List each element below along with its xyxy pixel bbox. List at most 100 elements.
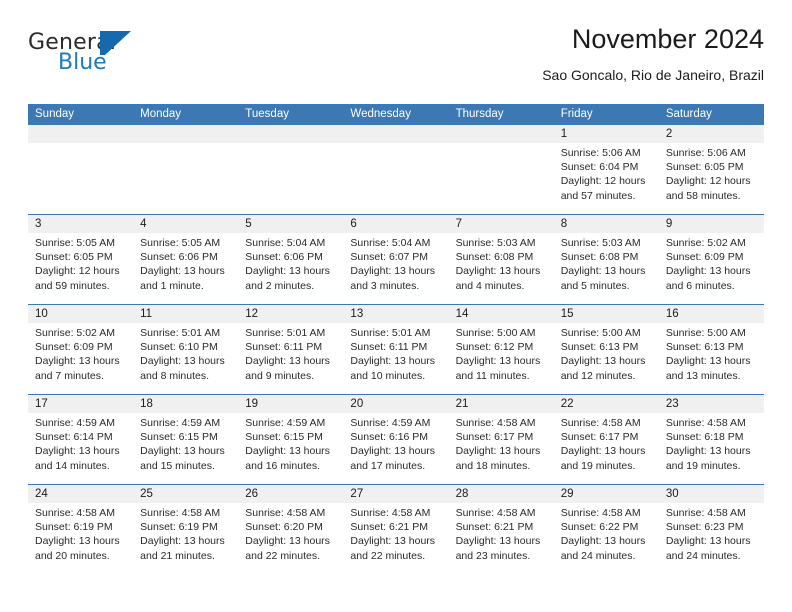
daylight-text: Daylight: 13 hours [665, 445, 751, 458]
day-cell[interactable]: 29 Sunrise: 4:58 AM Sunset: 6:22 PM Dayligh… [553, 485, 659, 574]
weekday-header-saturday: Saturday [665, 108, 712, 120]
day-number: 11 [133, 305, 239, 323]
sunrise-text: Sunrise: 5:06 AM [560, 147, 641, 159]
weekday-header-tuesday: Tuesday [245, 108, 289, 120]
weekday-header-monday: Monday [140, 108, 182, 120]
day-cell[interactable]: 1 Sunrise: 5:06 AM Sunset: 6:04 PM Daylight… [553, 125, 659, 214]
sunrise-text: Sunrise: 5:00 AM [455, 327, 536, 339]
calendar-grid: Sunday Monday Tuesday Wednesday Thursday Frid… [28, 104, 764, 574]
day-number: 12 [238, 305, 344, 323]
day-cell[interactable]: 23 Sunrise: 4:58 AM Sunset: 6:18 PM Dayligh… [658, 395, 764, 484]
sunset-text: Sunset: 6:05 PM [665, 161, 744, 174]
weekday-header-thursday: Thursday [455, 108, 504, 120]
day-number: 16 [658, 305, 764, 323]
sunset-text: Sunset: 6:08 PM [560, 251, 639, 264]
day-cell-empty [28, 125, 134, 214]
day-cell[interactable]: 25 Sunrise: 4:58 AM Sunset: 6:19 PM Dayligh… [133, 485, 239, 574]
day-details: Sunrise: 4:58 AM Sunset: 6:21 PM Daylight:… [449, 503, 554, 563]
day-cell[interactable]: 26 Sunrise: 4:58 AM Sunset: 6:20 PM Dayligh… [238, 485, 344, 574]
daylight-text-cont: and 17 minutes. [350, 459, 426, 472]
daylight-text-cont: and 13 minutes. [665, 369, 741, 382]
day-cell[interactable]: 17 Sunrise: 4:59 AM Sunset: 6:14 PM Dayligh… [28, 395, 134, 484]
day-cell[interactable]: 9 Sunrise: 5:02 AM Sunset: 6:09 PM Daylight… [658, 215, 764, 304]
daylight-text-cont: and 10 minutes. [350, 369, 426, 382]
sunrise-text: Sunrise: 5:00 AM [665, 327, 746, 339]
day-cell[interactable]: 15 Sunrise: 5:00 AM Sunset: 6:13 PM Dayligh… [553, 305, 659, 394]
sunset-text: Sunset: 6:21 PM [350, 521, 429, 534]
sunrise-text: Sunrise: 5:02 AM [665, 237, 746, 249]
day-cell[interactable]: 14 Sunrise: 5:00 AM Sunset: 6:12 PM Dayligh… [448, 305, 554, 394]
sunset-text: Sunset: 6:16 PM [350, 431, 429, 444]
daylight-text: Daylight: 13 hours [35, 445, 120, 458]
day-cell[interactable]: 2 Sunrise: 5:06 AM Sunset: 6:05 PM Daylight… [658, 125, 764, 214]
daylight-text-cont: and 19 minutes. [560, 459, 636, 472]
day-details: Sunrise: 5:00 AM Sunset: 6:13 PM Daylight:… [659, 323, 764, 383]
day-cell[interactable]: 21 Sunrise: 4:58 AM Sunset: 6:17 PM Dayligh… [448, 395, 554, 484]
daylight-text-cont: and 22 minutes. [245, 549, 320, 562]
day-cell[interactable]: 4 Sunrise: 5:05 AM Sunset: 6:06 PM Daylight… [133, 215, 239, 304]
day-cell[interactable]: 19 Sunrise: 4:59 AM Sunset: 6:15 PM Dayligh… [238, 395, 344, 484]
day-cell[interactable]: 30 Sunrise: 4:58 AM Sunset: 6:23 PM Dayligh… [658, 485, 764, 574]
sunset-text: Sunset: 6:23 PM [665, 521, 744, 534]
day-cell[interactable]: 6 Sunrise: 5:04 AM Sunset: 6:07 PM Daylight… [343, 215, 449, 304]
sunset-text: Sunset: 6:10 PM [140, 341, 218, 354]
brand-logo[interactable]: General Blue [28, 30, 208, 86]
day-number: 4 [133, 215, 239, 233]
sunrise-text: Sunrise: 4:59 AM [350, 417, 431, 429]
day-cell[interactable]: 27 Sunrise: 4:58 AM Sunset: 6:21 PM Dayligh… [343, 485, 449, 574]
day-details: Sunrise: 5:05 AM Sunset: 6:06 PM Daylight:… [133, 233, 238, 293]
day-number: 21 [448, 395, 554, 413]
weekday-header-friday: Friday [560, 108, 593, 120]
daylight-text: Daylight: 13 hours [665, 355, 751, 368]
day-details: Sunrise: 4:58 AM Sunset: 6:22 PM Daylight:… [554, 503, 659, 563]
daylight-text: Daylight: 13 hours [350, 535, 436, 548]
daylight-text: Daylight: 13 hours [665, 265, 751, 278]
sunset-text: Sunset: 6:11 PM [350, 341, 428, 354]
day-number [28, 125, 134, 143]
day-number: 3 [28, 215, 134, 233]
daylight-text: Daylight: 13 hours [665, 535, 751, 548]
day-number [448, 125, 554, 143]
calendar-body: 1 Sunrise: 5:06 AM Sunset: 6:04 PM Daylight… [28, 125, 764, 574]
daylight-text: Daylight: 13 hours [455, 355, 541, 368]
day-details: Sunrise: 5:04 AM Sunset: 6:06 PM Daylight:… [238, 233, 343, 293]
day-cell[interactable]: 3 Sunrise: 5:05 AM Sunset: 6:05 PM Daylight… [28, 215, 134, 304]
day-details: Sunrise: 4:59 AM Sunset: 6:15 PM Daylight:… [238, 413, 343, 473]
sunset-text: Sunset: 6:13 PM [665, 341, 744, 354]
day-number: 13 [343, 305, 449, 323]
week-row: 3 Sunrise: 5:05 AM Sunset: 6:05 PM Daylight… [28, 214, 764, 304]
day-cell[interactable]: 11 Sunrise: 5:01 AM Sunset: 6:10 PM Dayligh… [133, 305, 239, 394]
day-cell[interactable]: 22 Sunrise: 4:58 AM Sunset: 6:17 PM Dayligh… [553, 395, 659, 484]
daylight-text: Daylight: 12 hours [665, 175, 751, 188]
day-cell[interactable]: 24 Sunrise: 4:58 AM Sunset: 6:19 PM Dayligh… [28, 485, 134, 574]
title-block: November 2024 Sao Goncalo, Rio de Janeir… [542, 22, 764, 84]
sunset-text: Sunset: 6:17 PM [560, 431, 639, 444]
day-cell[interactable]: 10 Sunrise: 5:02 AM Sunset: 6:09 PM Dayligh… [28, 305, 134, 394]
daylight-text: Daylight: 13 hours [455, 535, 541, 548]
day-cell[interactable]: 18 Sunrise: 4:59 AM Sunset: 6:15 PM Dayligh… [133, 395, 239, 484]
day-cell[interactable]: 12 Sunrise: 5:01 AM Sunset: 6:11 PM Dayligh… [238, 305, 344, 394]
sunrise-text: Sunrise: 4:58 AM [665, 507, 746, 519]
sunrise-text: Sunrise: 5:01 AM [245, 327, 326, 339]
daylight-text: Daylight: 13 hours [35, 355, 120, 368]
day-number: 29 [553, 485, 659, 503]
daylight-text: Daylight: 12 hours [35, 265, 120, 278]
brand-name-blue: Blue [58, 50, 107, 75]
daylight-text-cont: and 14 minutes. [35, 459, 110, 472]
daylight-text-cont: and 6 minutes. [665, 279, 735, 292]
day-cell[interactable]: 7 Sunrise: 5:03 AM Sunset: 6:08 PM Daylight… [448, 215, 554, 304]
sunset-text: Sunset: 6:18 PM [665, 431, 744, 444]
day-cell[interactable]: 5 Sunrise: 5:04 AM Sunset: 6:06 PM Daylight… [238, 215, 344, 304]
sunset-text: Sunset: 6:09 PM [665, 251, 744, 264]
sunset-text: Sunset: 6:17 PM [455, 431, 534, 444]
week-row: 1 Sunrise: 5:06 AM Sunset: 6:04 PM Daylight… [28, 125, 764, 214]
day-number: 25 [133, 485, 239, 503]
page-title: November 2024 [571, 24, 764, 54]
daylight-text: Daylight: 13 hours [455, 445, 541, 458]
day-cell[interactable]: 16 Sunrise: 5:00 AM Sunset: 6:13 PM Dayligh… [658, 305, 764, 394]
day-cell[interactable]: 13 Sunrise: 5:01 AM Sunset: 6:11 PM Dayligh… [343, 305, 449, 394]
day-cell[interactable]: 8 Sunrise: 5:03 AM Sunset: 6:08 PM Daylight… [553, 215, 659, 304]
day-cell[interactable]: 20 Sunrise: 4:59 AM Sunset: 6:16 PM Dayligh… [343, 395, 449, 484]
day-cell[interactable]: 28 Sunrise: 4:58 AM Sunset: 6:21 PM Dayligh… [448, 485, 554, 574]
day-details: Sunrise: 5:00 AM Sunset: 6:13 PM Daylight:… [554, 323, 659, 383]
